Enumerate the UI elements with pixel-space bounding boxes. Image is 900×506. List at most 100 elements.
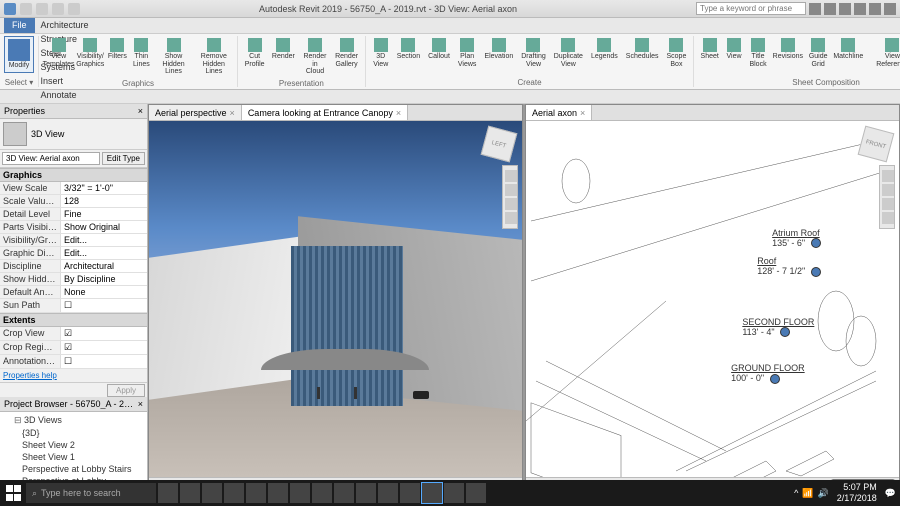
tree-node[interactable]: Sheet View 2 [2, 439, 145, 451]
modify-button[interactable]: Modify [4, 36, 34, 73]
tree-node[interactable]: Sheet View 1 [2, 451, 145, 463]
edit-type-button[interactable]: Edit Type [102, 152, 145, 165]
tab-close-icon[interactable]: × [230, 108, 235, 118]
viewcube[interactable]: LEFT [481, 126, 518, 163]
acrobat-icon[interactable] [400, 483, 420, 503]
volume-icon[interactable]: 🔊 [818, 488, 829, 499]
viewport-tab[interactable]: Aerial perspective× [149, 105, 242, 120]
app-icon[interactable] [268, 483, 288, 503]
powerpoint-icon[interactable] [356, 483, 376, 503]
store-icon[interactable] [246, 483, 266, 503]
tray-chevron-icon[interactable]: ^ [794, 488, 798, 498]
ribbon-cutprofile-button[interactable]: Cut Profile [242, 36, 267, 70]
signin-icon[interactable] [809, 3, 821, 15]
apply-button[interactable]: Apply [107, 384, 145, 397]
property-row[interactable]: Crop Region Visible☑ [0, 341, 147, 355]
ribbon-scopebox-button[interactable]: Scope Box [664, 36, 690, 70]
property-row[interactable]: Scale Value 1:128 [0, 195, 147, 208]
type-selector[interactable]: 3D View [0, 119, 147, 150]
taskbar-clock[interactable]: 5:07 PM 2/17/2018 [833, 482, 881, 504]
ribbon-titleblock-button[interactable]: Title Block [747, 36, 769, 70]
property-row[interactable]: Default Analysis Displ...None [0, 286, 147, 299]
ribbon-removehiddenlines-button[interactable]: Remove Hidden Lines [195, 36, 233, 78]
ribbon-sheet-button[interactable]: Sheet [698, 36, 721, 63]
ribbon-view-button[interactable]: View [723, 36, 745, 63]
system-tray[interactable]: ^ 📶 🔊 5:07 PM 2/17/2018 💬 [794, 482, 896, 504]
ribbon-elevation-button[interactable]: Elevation [481, 36, 516, 63]
ribbon-planviews-button[interactable]: Plan Views [455, 36, 480, 70]
ribbon-legends-button[interactable]: Legends [588, 36, 621, 63]
start-button[interactable] [4, 483, 24, 503]
file-tab[interactable]: File [4, 18, 35, 33]
ribbon-dview-button[interactable]: 3D View [370, 36, 392, 70]
level-marker[interactable]: GROUND FLOOR100' - 0" [731, 363, 805, 384]
ribbon-rendergallery-button[interactable]: Render Gallery [332, 36, 360, 70]
explorer-icon[interactable] [224, 483, 244, 503]
tree-node[interactable]: Perspective at Lobby Stairs [2, 463, 145, 475]
property-row[interactable]: DisciplineArchitectural [0, 260, 147, 273]
revit-taskbar-icon[interactable] [422, 483, 442, 503]
ribbon-guidegrid-button[interactable]: Guide Grid [807, 36, 830, 70]
tab-close-icon[interactable]: × [580, 108, 585, 118]
outlook-icon[interactable] [290, 483, 310, 503]
help-search-input[interactable] [696, 2, 806, 15]
close-icon[interactable] [884, 3, 896, 15]
instance-selector[interactable]: 3D View: Aerial axon [2, 152, 100, 165]
ribbon-filters-button[interactable]: Filters [106, 36, 128, 63]
ribbon-matchline-button[interactable]: Matchline [832, 36, 865, 63]
property-row[interactable]: Parts VisibilityShow Original [0, 221, 147, 234]
project-browser-header[interactable]: Project Browser - 56750_A - 2019.rvt× [0, 397, 147, 412]
maximize-icon[interactable] [869, 3, 881, 15]
ribbon-tab-annotate[interactable]: Annotate [35, 88, 107, 102]
select-panel-label[interactable]: Select ▾ [4, 77, 34, 87]
properties-help-link[interactable]: Properties help [0, 369, 147, 382]
help-icon[interactable] [839, 3, 851, 15]
word-icon[interactable] [312, 483, 332, 503]
navigation-bar[interactable] [502, 165, 518, 229]
revit-icon[interactable] [4, 3, 16, 15]
ribbon-section-button[interactable]: Section [394, 36, 423, 63]
ribbon-render-button[interactable]: Render [269, 36, 297, 63]
excel-icon[interactable] [334, 483, 354, 503]
property-row[interactable]: Detail LevelFine [0, 208, 147, 221]
tree-node[interactable]: {3D} [2, 427, 145, 439]
qat-undo-icon[interactable] [52, 3, 64, 15]
cortana-icon[interactable] [158, 483, 178, 503]
viewport-canvas-rendered[interactable]: LEFT [149, 121, 522, 477]
level-marker[interactable]: SECOND FLOOR113' - 4" [742, 317, 814, 338]
properties-header[interactable]: Properties× [0, 104, 147, 119]
ribbon-draftingview-button[interactable]: Drafting View [518, 36, 549, 70]
ribbon-schedules-button[interactable]: Schedules [623, 36, 662, 63]
property-row[interactable]: Sun Path☐ [0, 299, 147, 313]
onenote-icon[interactable] [378, 483, 398, 503]
ribbon-tab-architecture[interactable]: Architecture [35, 18, 107, 32]
exchange-icon[interactable] [824, 3, 836, 15]
tree-node[interactable]: 3D Views [2, 414, 145, 427]
edge-icon[interactable] [202, 483, 222, 503]
property-row[interactable]: Show Hidden LinesBy Discipline [0, 273, 147, 286]
property-row[interactable]: Annotation Crop☐ [0, 355, 147, 369]
qat-redo-icon[interactable] [68, 3, 80, 15]
minimize-icon[interactable] [854, 3, 866, 15]
tab-close-icon[interactable]: × [396, 108, 401, 118]
panel-close-icon[interactable]: × [138, 106, 143, 116]
panel-close-icon[interactable]: × [138, 399, 143, 409]
level-marker[interactable]: Roof128' - 7 1/2" [757, 256, 820, 277]
ribbon-revisions-button[interactable]: Revisions [771, 36, 805, 63]
navigation-bar[interactable] [879, 165, 895, 229]
ribbon-renderincloud-button[interactable]: Render in Cloud [300, 36, 331, 78]
viewport-tab[interactable]: Aerial axon× [526, 105, 592, 120]
property-row[interactable]: View Scale3/32" = 1'-0" [0, 182, 147, 195]
app-icon[interactable] [444, 483, 464, 503]
ribbon-viewtemplates-button[interactable]: View Templates [43, 36, 74, 70]
viewport-canvas-wireframe[interactable]: Atrium Roof135' - 6" Roof128' - 7 1/2" S… [526, 121, 899, 477]
property-row[interactable]: Visibility/Graphics Ov...Edit... [0, 234, 147, 247]
ribbon-viewreference-button[interactable]: View Reference [867, 36, 900, 70]
qat-open-icon[interactable] [20, 3, 32, 15]
qat-save-icon[interactable] [36, 3, 48, 15]
ribbon-showhiddenlines-button[interactable]: Show Hidden Lines [154, 36, 192, 78]
ribbon-thinlines-button[interactable]: Thin Lines [130, 36, 152, 70]
taskbar-search[interactable]: ⌕ Type here to search [26, 483, 156, 503]
level-marker[interactable]: Atrium Roof135' - 6" [772, 228, 820, 249]
properties-section[interactable]: Graphics [0, 168, 147, 182]
